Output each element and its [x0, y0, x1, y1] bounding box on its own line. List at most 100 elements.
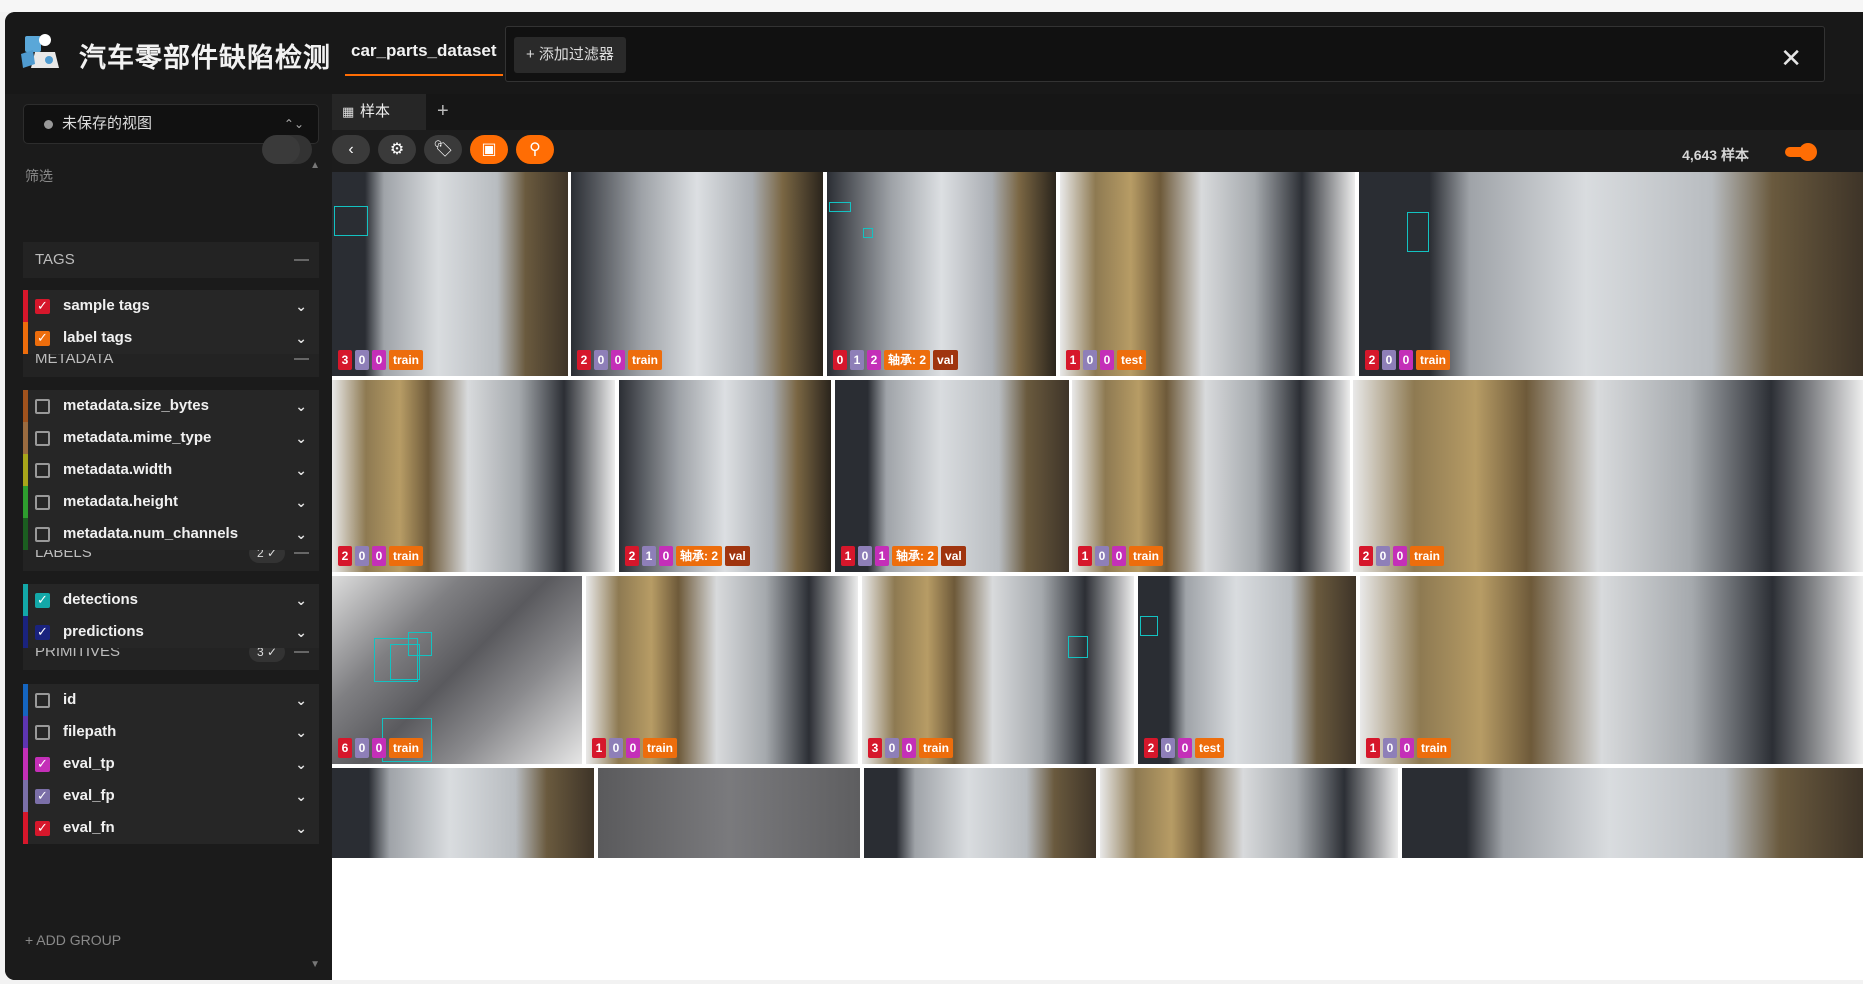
sample-tile[interactable]: 0 1 2 轴承: 2 val — [827, 172, 1056, 376]
chevron-down-icon[interactable]: ⌄ — [295, 812, 307, 844]
sample-tile[interactable] — [1402, 768, 1863, 858]
sample-tile[interactable] — [598, 768, 860, 858]
checkbox-icon[interactable] — [35, 725, 50, 740]
select-patches-icon[interactable]: ▣ — [470, 135, 508, 164]
checkbox-checked-icon[interactable] — [35, 748, 50, 780]
detection-box — [1407, 212, 1429, 252]
dataset-selector[interactable]: car_parts_dataset — [345, 26, 503, 76]
field-row-eval-fp[interactable]: eval_fp ⌄ — [23, 780, 319, 812]
checkbox-icon[interactable] — [35, 527, 50, 542]
sample-tile[interactable]: 2 0 0 train — [332, 380, 615, 572]
sample-tile[interactable] — [864, 768, 1096, 858]
sample-tile[interactable]: 2 0 0 train — [1359, 172, 1863, 376]
field-row-metadata-mime-type[interactable]: metadata.mime_type ⌄ — [23, 422, 319, 454]
pill-gt: 2 — [1144, 738, 1158, 758]
checkbox-checked-icon[interactable] — [35, 584, 50, 616]
tab-samples[interactable]: ▦ 样本 — [332, 94, 426, 130]
chevron-down-icon[interactable]: ⌄ — [295, 290, 307, 322]
field-row-sample-tags[interactable]: sample tags ⌄ — [23, 290, 319, 322]
back-button-pill[interactable] — [262, 135, 300, 164]
field-row-metadata-size-bytes[interactable]: metadata.size_bytes ⌄ — [23, 390, 319, 422]
sample-pills: 2 0 0 train — [338, 546, 424, 566]
add-group-button[interactable]: + ADD GROUP — [25, 932, 121, 948]
checkbox-checked-icon[interactable] — [35, 616, 50, 648]
chevron-down-icon[interactable]: ⌄ — [295, 684, 307, 716]
checkbox-icon[interactable] — [35, 399, 50, 414]
pill-pred: 0 — [858, 546, 872, 566]
search-icon[interactable]: ⚲ — [516, 135, 554, 164]
sample-tile[interactable]: 6 0 0 train — [332, 576, 582, 764]
sample-tile[interactable] — [332, 768, 594, 858]
field-row-metadata-height[interactable]: metadata.height ⌄ — [23, 486, 319, 518]
field-row-filepath[interactable]: filepath ⌄ — [23, 716, 319, 748]
checkbox-checked-icon[interactable] — [35, 812, 50, 844]
checkbox-checked-icon[interactable] — [35, 322, 50, 354]
field-row-metadata-width[interactable]: metadata.width ⌄ — [23, 454, 319, 486]
add-filter-button[interactable]: + 添加过滤器 — [514, 37, 626, 73]
chevron-down-icon[interactable]: ⌄ — [295, 584, 307, 616]
sample-tile[interactable]: 2 0 0 train — [571, 172, 823, 376]
sample-tile[interactable]: 2 0 0 train — [1353, 380, 1863, 572]
close-icon[interactable]: ✕ — [1780, 45, 1802, 71]
collapse-icon[interactable]: — — [294, 242, 309, 278]
sample-tile[interactable]: 1 0 0 train — [586, 576, 858, 764]
field-row-predictions[interactable]: predictions ⌄ — [23, 616, 319, 648]
toggle-knob-icon[interactable] — [1799, 143, 1817, 161]
sample-tile[interactable]: 2 0 0 test — [1138, 576, 1356, 764]
sample-tile[interactable]: 1 0 0 train — [1072, 380, 1350, 572]
field-color-stripe — [23, 290, 28, 322]
sample-tile[interactable] — [1100, 768, 1398, 858]
sample-tile[interactable]: 1 0 0 train — [1360, 576, 1863, 764]
sample-tile[interactable]: 2 1 0 轴承: 2 val — [619, 380, 831, 572]
field-row-eval-fn[interactable]: eval_fn ⌄ — [23, 812, 319, 844]
chevron-down-icon[interactable]: ⌄ — [295, 390, 307, 422]
field-row-eval-tp[interactable]: eval_tp ⌄ — [23, 748, 319, 780]
pill-tag: 0 — [659, 546, 673, 566]
checkbox-icon[interactable] — [35, 495, 50, 510]
sample-thumbnail — [571, 172, 823, 376]
chevron-down-icon[interactable]: ⌄ — [295, 322, 307, 354]
chevron-down-icon[interactable]: ⌄ — [295, 748, 307, 780]
sample-pills: 1 0 0 train — [1078, 546, 1164, 566]
chevron-down-icon[interactable]: ⌄ — [295, 486, 307, 518]
group-header-tags[interactable]: TAGS — — [23, 242, 319, 278]
pill-pred: 0 — [594, 350, 608, 370]
sample-pills: 2 0 0 train — [1359, 546, 1445, 566]
field-label: predictions — [63, 623, 144, 640]
pill-label: 轴承: 2 — [892, 546, 939, 566]
sample-tile[interactable]: 3 0 0 train — [332, 172, 568, 376]
settings-gear-icon[interactable]: ⚙ — [378, 135, 416, 164]
filter-bar[interactable]: + 添加过滤器 ✕ — [505, 26, 1825, 82]
checkbox-icon[interactable] — [35, 431, 50, 446]
sample-tile[interactable]: 3 0 0 train — [862, 576, 1134, 764]
field-row-metadata-num-channels[interactable]: metadata.num_channels ⌄ — [23, 518, 319, 550]
chevron-down-icon[interactable]: ⌄ — [295, 454, 307, 486]
add-panel-button[interactable]: + — [437, 94, 449, 128]
checkbox-icon[interactable] — [35, 463, 50, 478]
chevron-down-icon[interactable]: ⌄ — [295, 422, 307, 454]
checkbox-checked-icon[interactable] — [35, 290, 50, 322]
field-row-label-tags[interactable]: label tags ⌄ — [23, 322, 319, 354]
chevron-down-icon[interactable]: ⌄ — [295, 716, 307, 748]
checkbox-icon[interactable] — [35, 693, 50, 708]
field-label: metadata.width — [63, 461, 173, 478]
scroll-down-icon[interactable]: ▼ — [310, 959, 320, 970]
nav-back-pill-button[interactable]: ‹ — [332, 135, 370, 164]
sample-pills: 2 1 0 轴承: 2 val — [625, 546, 750, 566]
checkbox-checked-icon[interactable] — [35, 780, 50, 812]
sample-tile[interactable]: 1 0 1 轴承: 2 val — [835, 380, 1069, 572]
chevron-down-icon[interactable]: ⌄ — [295, 616, 307, 648]
field-row-id[interactable]: id ⌄ — [23, 684, 319, 716]
tag-icon[interactable]: 🏷 — [424, 135, 462, 164]
app-window: 汽车零部件缺陷检测 car_parts_dataset + 添加过滤器 ✕ 未保… — [5, 12, 1863, 980]
pill-pred: 0 — [355, 350, 369, 370]
browser-toolbar-strip — [0, 0, 1863, 12]
sample-tile[interactable]: 1 0 0 test — [1060, 172, 1355, 376]
detection-box — [1068, 636, 1088, 658]
field-row-detections[interactable]: detections ⌄ — [23, 584, 319, 616]
sample-thumbnail — [835, 380, 1069, 572]
pill-pred: 0 — [1083, 350, 1097, 370]
panel-tabbar: ▦ 样本 + — [332, 94, 1863, 130]
chevron-down-icon[interactable]: ⌄ — [295, 780, 307, 812]
chevron-down-icon[interactable]: ⌄ — [295, 518, 307, 550]
